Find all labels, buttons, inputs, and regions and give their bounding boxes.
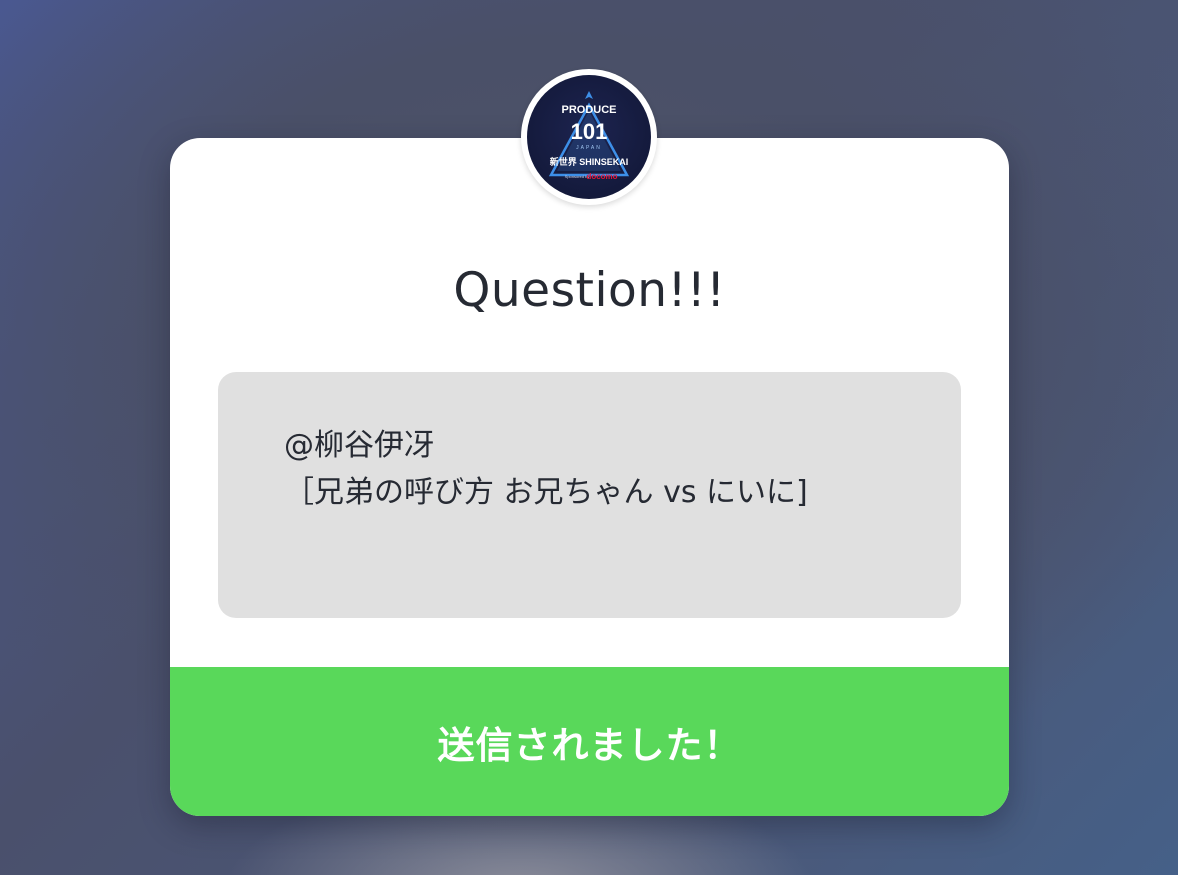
question-text-box: @柳谷伊冴 ［兄弟の呼び方 お兄ちゃん vs にいに]: [218, 372, 961, 618]
logo-produce-text: PRODUCE: [561, 104, 616, 116]
sent-status-bar: 送信されました！: [170, 667, 1009, 816]
profile-avatar: PRODUCE 101 JAPAN 新世界 SHINSEKAI Sponsore…: [521, 69, 657, 205]
produce-101-logo: PRODUCE 101 JAPAN 新世界 SHINSEKAI Sponsore…: [527, 75, 651, 199]
sent-status-label: 送信されました！: [437, 723, 742, 767]
logo-japan-text: JAPAN: [576, 145, 602, 151]
logo-graphic: PRODUCE 101 JAPAN 新世界 SHINSEKAI Sponsore…: [548, 91, 630, 181]
logo-sponsor-name: docomo: [586, 172, 617, 181]
logo-101-text: 101: [571, 119, 608, 144]
flame-icon: [585, 91, 593, 99]
card-title: Question!!!: [453, 263, 726, 318]
logo-shinsekai-text: 新世界 SHINSEKAI: [550, 156, 629, 167]
question-mention: @柳谷伊冴: [284, 428, 434, 463]
question-body: ［兄弟の呼び方 お兄ちゃん vs にいに]: [284, 475, 808, 510]
question-card: Question!!! @柳谷伊冴 ［兄弟の呼び方 お兄ちゃん vs にいに] …: [170, 138, 1009, 816]
